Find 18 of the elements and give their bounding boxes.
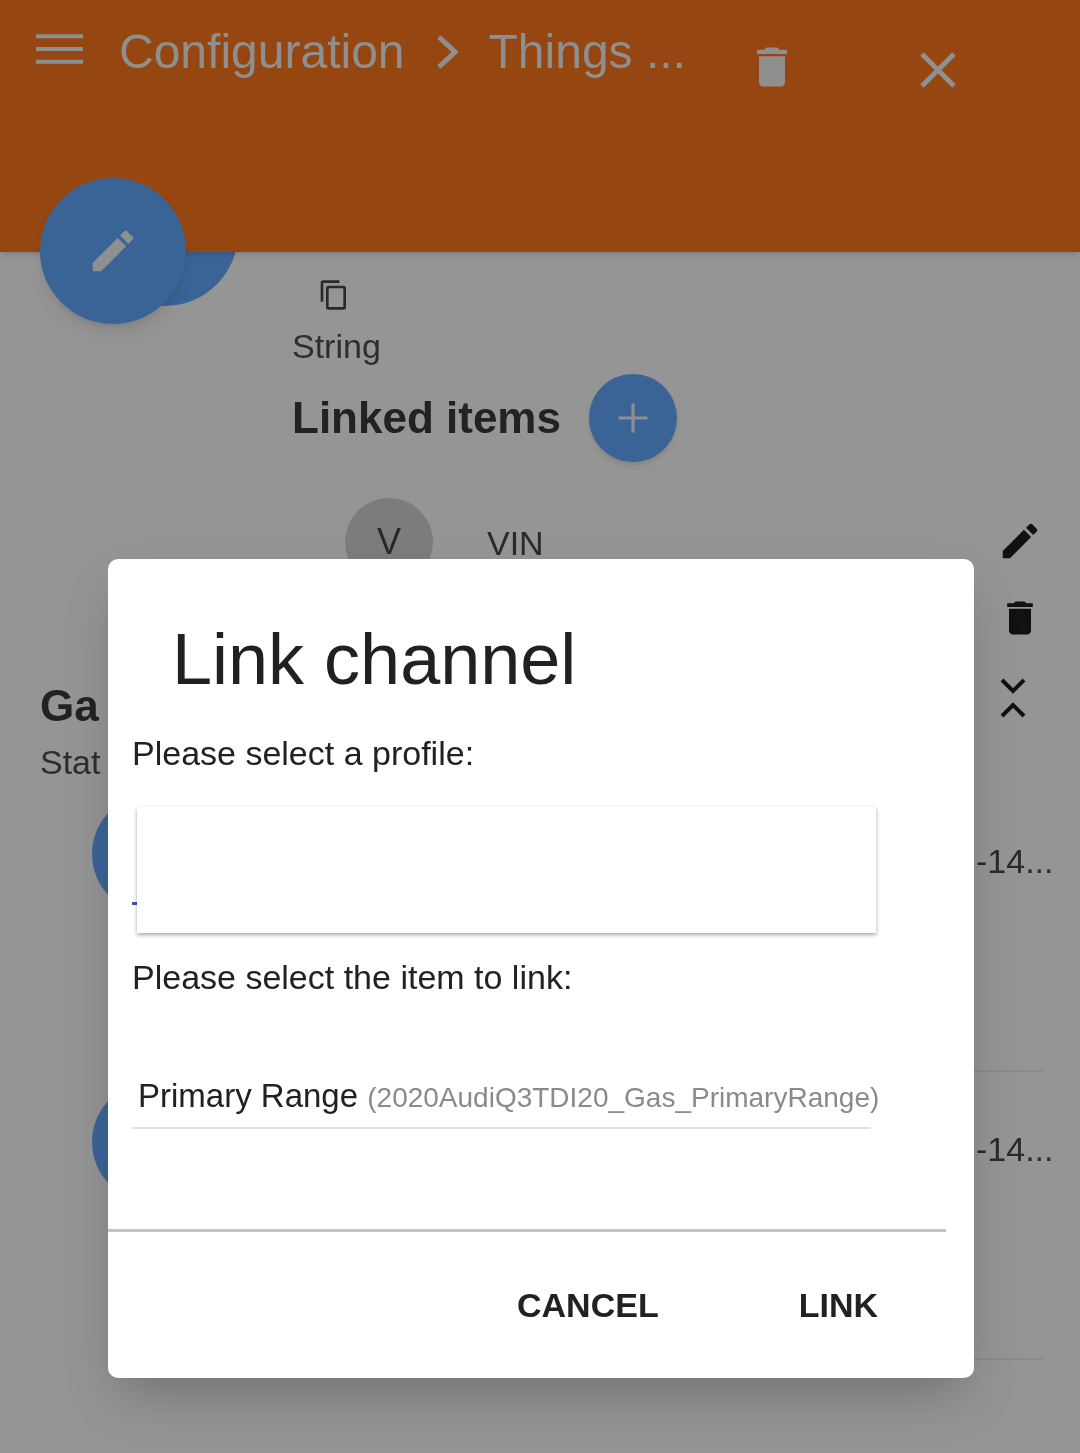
- dialog-button[interactable]: LINK: [798, 1282, 878, 1327]
- channel-reading: -14...: [976, 841, 1054, 882]
- dialog-title: Link channel: [172, 618, 578, 701]
- dialog-button[interactable]: CANCEL: [517, 1282, 659, 1327]
- group-subtitle: Stat: [40, 742, 101, 783]
- group-title: Ga: [40, 680, 100, 732]
- item-select-field[interactable]: Primary Range (2020AudiQ3TDI20_Gas_PrimaryRange): [132, 1071, 880, 1127]
- channel-reading: -14...: [976, 1129, 1054, 1170]
- menu-icon[interactable]: [36, 32, 83, 66]
- field-label: Please select the item to link:: [132, 957, 574, 998]
- item-label: VIN: [487, 523, 544, 564]
- collapse-icon[interactable]: [1000, 678, 1026, 718]
- channel-type: String: [292, 326, 382, 367]
- section-title: Linked items: [292, 392, 561, 444]
- close-icon[interactable]: [917, 50, 958, 90]
- field-label: Please select a profile:: [132, 733, 476, 774]
- plus-icon: [616, 402, 649, 434]
- profile-select-field[interactable]: [137, 807, 876, 933]
